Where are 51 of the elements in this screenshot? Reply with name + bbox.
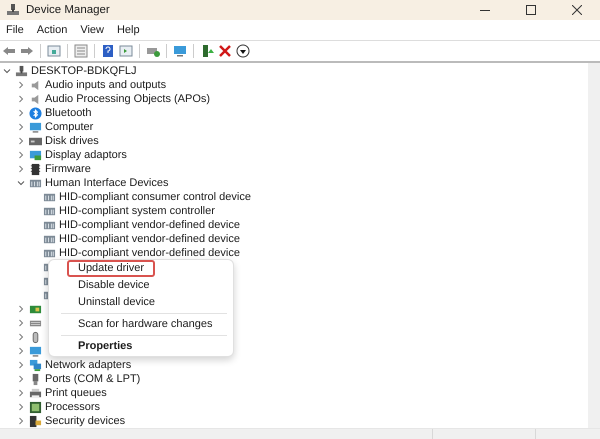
tree-item[interactable]: Security devices (45, 415, 126, 427)
delete-icon[interactable] (218, 44, 232, 58)
close-icon (572, 5, 582, 15)
menu-item[interactable]: Disable device (67, 277, 161, 294)
menu-item[interactable]: Update driver (67, 260, 156, 277)
menu-item[interactable]: File (6, 24, 24, 36)
menu-item[interactable]: Properties (67, 338, 144, 355)
tree-item[interactable]: Audio Processing Objects (APOs) (45, 93, 210, 105)
menu-item[interactable]: Action (36, 24, 68, 36)
menu-item[interactable]: View (80, 24, 104, 36)
tree-item[interactable]: Print queues (45, 387, 107, 399)
forward-arrow-icon[interactable] (20, 44, 34, 58)
tree-item[interactable]: HID-compliant vendor-defined device (59, 233, 240, 245)
download-icon[interactable] (236, 44, 250, 58)
tree-item[interactable]: Human Interface Devices (45, 177, 168, 189)
menu-item[interactable]: Scan for hardware changes (67, 316, 224, 333)
list-icon[interactable] (74, 44, 88, 58)
tree-item[interactable]: Display adaptors (45, 149, 127, 161)
tree-item[interactable]: HID-compliant consumer control device (59, 191, 251, 203)
tree-item[interactable]: Ports (COM & LPT) (45, 373, 140, 385)
window-icon[interactable] (47, 44, 61, 58)
tree-item[interactable]: HID-compliant vendor-defined device (59, 247, 240, 259)
tree-item[interactable]: Computer (45, 121, 94, 133)
chip-icon (29, 162, 42, 176)
monitor-icon (29, 344, 42, 358)
window-icon[interactable] (119, 44, 133, 58)
display-adapter-icon (29, 148, 42, 162)
tree-item[interactable]: Disk drives (45, 135, 99, 147)
tree-item[interactable]: DESKTOP-BDKQFLJ (31, 65, 137, 77)
help-icon[interactable] (101, 44, 115, 58)
window-title: Device Manager (26, 4, 110, 16)
scrollbar[interactable] (588, 63, 600, 428)
monitor-icon[interactable] (173, 44, 187, 58)
monitor-icon (29, 120, 42, 134)
maximize-icon (526, 5, 536, 15)
security-chip-icon (29, 414, 42, 428)
tree-item[interactable]: Bluetooth (45, 107, 92, 119)
menu-item[interactable]: Uninstall device (67, 294, 166, 311)
bluetooth-icon (29, 106, 42, 120)
back-arrow-icon[interactable] (2, 44, 16, 58)
tree-item[interactable]: Firmware (45, 163, 91, 175)
computer-icon (6, 3, 20, 17)
processor-icon (29, 400, 42, 414)
menu-item[interactable]: Help (116, 24, 140, 36)
computer-icon (15, 64, 28, 78)
network-icon (29, 358, 42, 372)
tree-item[interactable]: Audio inputs and outputs (45, 79, 166, 91)
tree-item[interactable]: Processors (45, 401, 100, 413)
tree-item[interactable]: Network adapters (45, 359, 132, 371)
tree-item[interactable]: HID-compliant system controller (59, 205, 215, 217)
tree-item[interactable]: HID-compliant vendor-defined device (59, 219, 240, 231)
